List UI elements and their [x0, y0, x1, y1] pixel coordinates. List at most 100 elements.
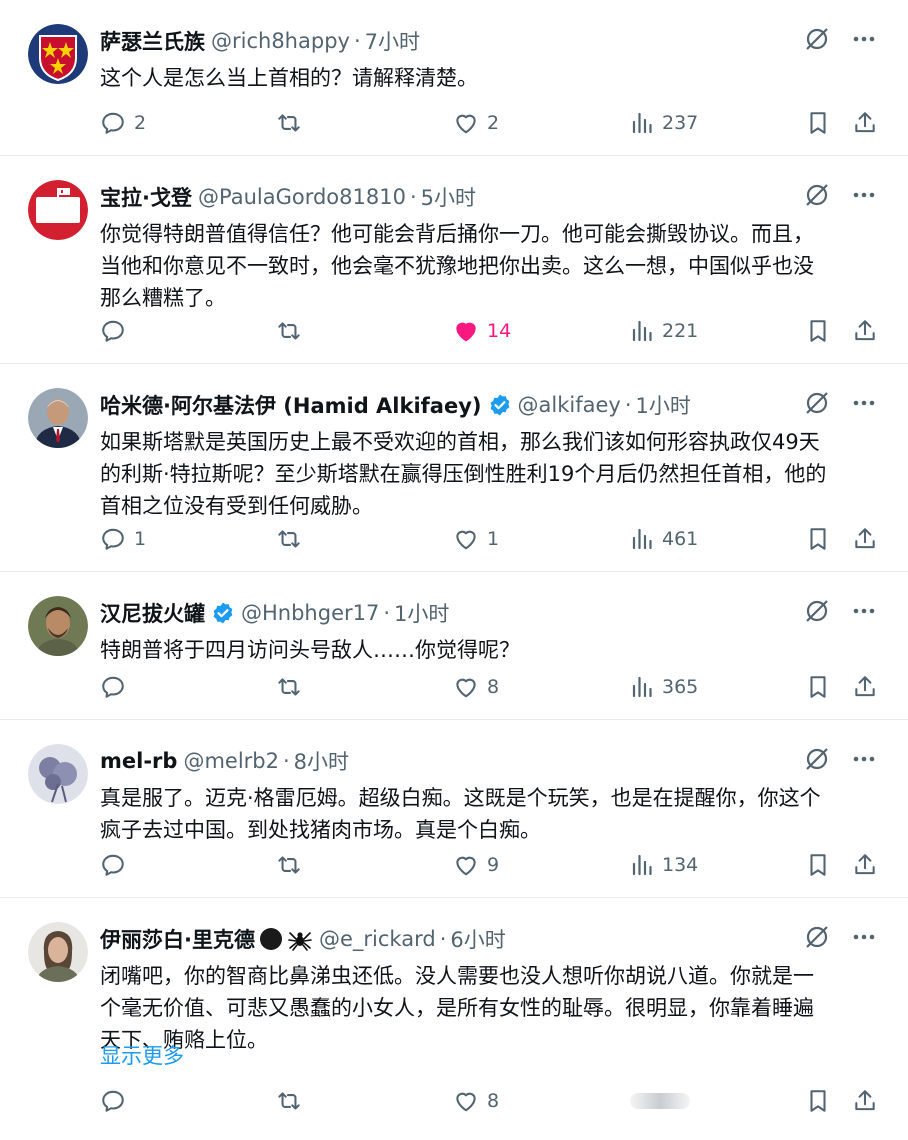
views-icon: [632, 112, 652, 134]
avatar[interactable]: [28, 24, 88, 84]
like-button[interactable]: 1: [453, 524, 499, 554]
retweet-button[interactable]: [275, 1086, 303, 1116]
retweet-button[interactable]: [275, 316, 303, 346]
retweet-button[interactable]: [275, 850, 303, 880]
bookmark-button[interactable]: [806, 316, 830, 346]
display-name[interactable]: 哈米德·阿尔基法伊 (Hamid Alkifaey): [100, 390, 482, 420]
more-options-icon[interactable]: [852, 599, 876, 627]
timestamp[interactable]: 1小时: [636, 390, 691, 420]
grok-icon[interactable]: [804, 390, 830, 420]
reply-button[interactable]: [100, 316, 134, 346]
avatar[interactable]: [28, 922, 88, 982]
display-name[interactable]: 汉尼拔火罐: [100, 598, 205, 628]
user-handle[interactable]: @alkifaey: [518, 393, 621, 417]
grok-icon[interactable]: [804, 746, 830, 776]
separator-dot: ·: [383, 601, 391, 625]
action-bar: 14 221: [100, 316, 878, 346]
share-button[interactable]: [852, 108, 878, 138]
tweet-text: 闭嘴吧，你的智商比鼻涕虫还低。没人需要也没人想听你胡说八道。你就是一 个毫无价值…: [100, 960, 880, 1056]
tweet[interactable]: 伊丽莎白·里克德 @e_rickard · 6小时 闭嘴吧，你的智商比鼻涕虫还低…: [0, 898, 908, 1140]
display-name[interactable]: 萨瑟兰氏族: [100, 26, 205, 56]
like-button[interactable]: 14: [453, 316, 511, 346]
tweet[interactable]: mel-rb @melrb2 · 8小时 真是服了。迈克·格雷厄姆。超级白痴。这…: [0, 720, 908, 898]
timestamp[interactable]: 6小时: [450, 924, 505, 954]
like-button[interactable]: 8: [453, 1086, 499, 1116]
timestamp[interactable]: 1小时: [394, 598, 449, 628]
display-name[interactable]: mel-rb: [100, 749, 177, 773]
reply-button[interactable]: [100, 672, 134, 702]
share-button[interactable]: [852, 524, 878, 554]
bookmark-button[interactable]: [806, 1086, 830, 1116]
separator-dot: ·: [282, 749, 290, 773]
avatar[interactable]: [28, 596, 88, 656]
reply-button[interactable]: [100, 850, 134, 880]
display-name[interactable]: 宝拉·戈登: [100, 182, 192, 212]
views-button[interactable]: 237: [630, 108, 698, 138]
avatar[interactable]: [28, 744, 88, 804]
views-button[interactable]: 134: [630, 850, 698, 880]
avatar[interactable]: [28, 180, 88, 240]
like-button[interactable]: 8: [453, 672, 499, 702]
share-button[interactable]: [852, 672, 878, 702]
tweet-text-line: 你觉得特朗普值得信任？他可能会背后捅你一刀。他可能会撕毁协议。而且，: [100, 222, 814, 246]
bookmark-button[interactable]: [806, 850, 830, 880]
grok-icon[interactable]: [804, 924, 830, 954]
grok-icon[interactable]: [804, 182, 830, 212]
retweet-icon: [278, 678, 300, 696]
reply-button[interactable]: 2: [100, 108, 146, 138]
like-button[interactable]: 9: [453, 850, 499, 880]
grok-icon[interactable]: [804, 598, 830, 628]
more-options-icon[interactable]: [852, 27, 876, 55]
user-handle[interactable]: @e_rickard: [319, 927, 436, 951]
grok-icon[interactable]: [804, 26, 830, 56]
display-name[interactable]: 伊丽莎白·里克德: [100, 924, 255, 954]
retweet-button[interactable]: [275, 524, 303, 554]
user-handle[interactable]: @rich8happy: [211, 29, 350, 53]
share-button[interactable]: [852, 1086, 878, 1116]
tweet[interactable]: 宝拉·戈登 @PaulaGordo81810 · 5小时 你觉得特朗普值得信任？…: [0, 156, 908, 364]
tweet-text: 真是服了。迈克·格雷厄姆。超级白痴。这既是个玩笑，也是在提醒你，你这个 疯子去过…: [100, 782, 880, 846]
like-button[interactable]: 2: [453, 108, 499, 138]
share-button[interactable]: [852, 850, 878, 880]
more-options-icon[interactable]: [852, 925, 876, 953]
views-button[interactable]: 365: [630, 672, 698, 702]
reply-icon: [102, 112, 124, 134]
like-count: 9: [487, 854, 500, 876]
heart-icon: [456, 856, 476, 876]
separator-dot: ·: [409, 185, 417, 209]
tweet-text: 如果斯塔默是英国历史上最不受欢迎的首相，那么我们该如何形容执政仅49天 的利斯·…: [100, 426, 880, 522]
reply-button[interactable]: [100, 1086, 134, 1116]
tweet[interactable]: 汉尼拔火罐 @Hnbhger17 · 1小时 特朗普将于四月访问头号敌人……你觉…: [0, 572, 908, 720]
bookmark-icon: [810, 854, 826, 876]
views-button[interactable]: 461: [630, 524, 698, 554]
bookmark-button[interactable]: [806, 108, 830, 138]
separator-dot: ·: [439, 927, 447, 951]
more-options-icon[interactable]: [852, 391, 876, 419]
bookmark-button[interactable]: [806, 524, 830, 554]
views-button[interactable]: 221: [630, 316, 698, 346]
share-icon: [855, 528, 875, 549]
timestamp[interactable]: 7小时: [365, 26, 420, 56]
tweet-text-line: 当他和你意见不一致时，他会毫不犹豫地把你出卖。这么一想，中国似乎也没: [100, 254, 814, 278]
user-handle[interactable]: @PaulaGordo81810: [198, 185, 406, 209]
heart-icon: [456, 530, 476, 550]
more-options-icon[interactable]: [852, 747, 876, 775]
share-button[interactable]: [852, 316, 878, 346]
user-handle[interactable]: @melrb2: [183, 749, 279, 773]
tweet[interactable]: 哈米德·阿尔基法伊 (Hamid Alkifaey) @alkifaey · 1…: [0, 364, 908, 572]
bookmark-button[interactable]: [806, 672, 830, 702]
tweet[interactable]: 萨瑟兰氏族 @rich8happy · 7小时 这个人是怎么当上首相的？请解释清…: [0, 0, 908, 156]
tweet-text-line: 如果斯塔默是英国历史上最不受欢迎的首相，那么我们该如何形容执政仅49天: [100, 430, 820, 454]
reply-button[interactable]: 1: [100, 524, 146, 554]
view-count: 221: [662, 320, 699, 342]
retweet-button[interactable]: [275, 672, 303, 702]
user-handle[interactable]: @Hnbhger17: [241, 601, 379, 625]
bookmark-icon: [810, 1090, 826, 1112]
avatar[interactable]: [28, 388, 88, 448]
timestamp[interactable]: 5小时: [421, 182, 476, 212]
bookmark-icon: [810, 320, 826, 342]
timestamp[interactable]: 8小时: [294, 746, 349, 776]
more-options-icon[interactable]: [852, 183, 876, 211]
retweet-button[interactable]: [275, 108, 303, 138]
show-more-link[interactable]: 显示更多: [100, 1040, 184, 1070]
